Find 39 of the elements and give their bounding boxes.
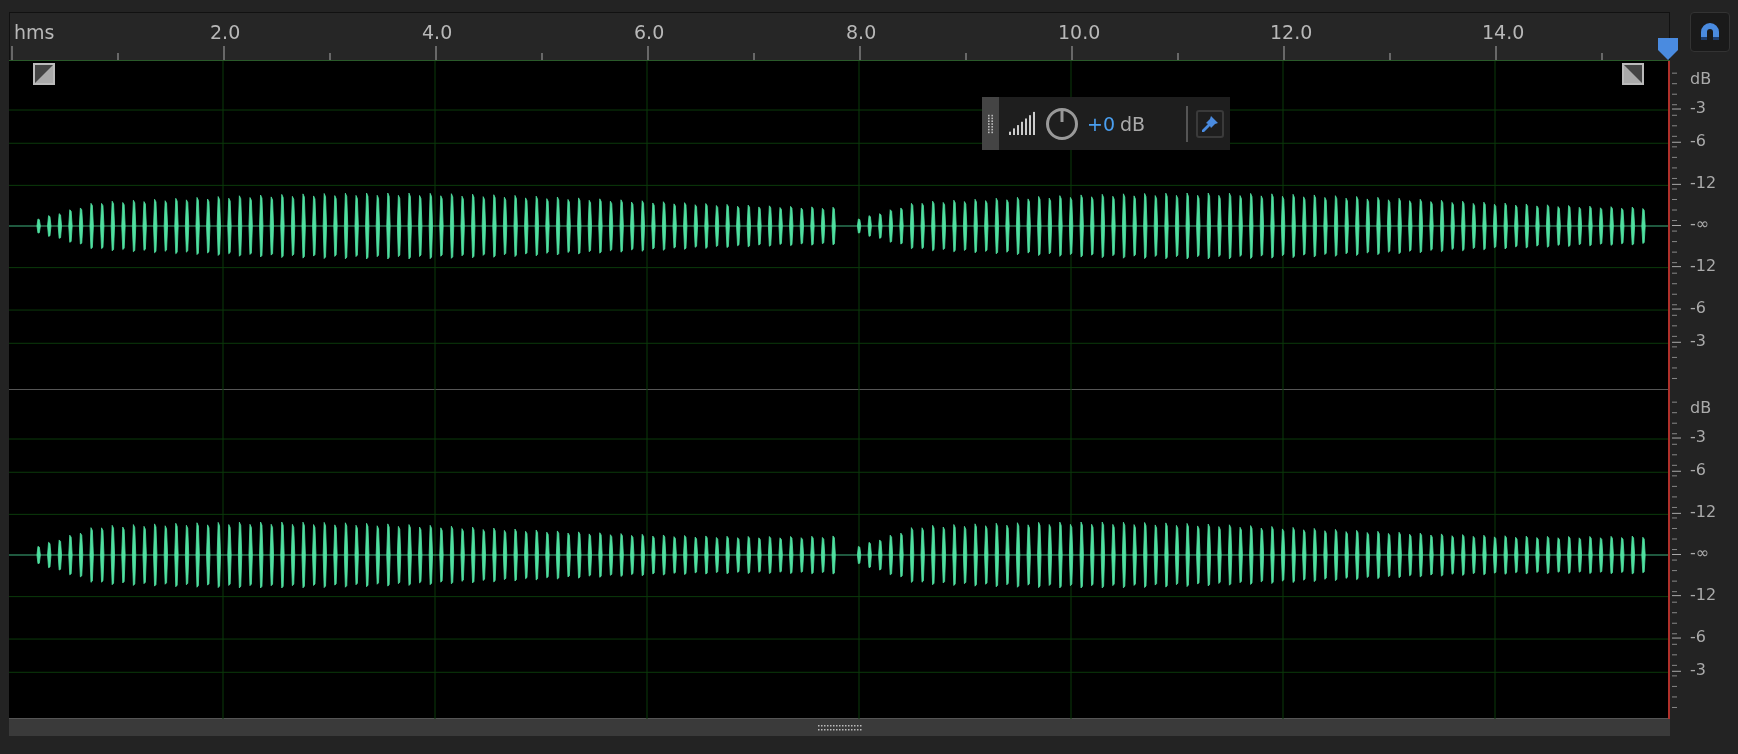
fade-out-handle-icon[interactable] [1622, 63, 1644, 85]
pin-button[interactable] [1196, 109, 1224, 138]
amplitude-label: -12 [1690, 255, 1717, 275]
fade-in-handle-icon[interactable] [33, 63, 55, 85]
pin-icon [1201, 114, 1219, 133]
ruler-time-label: 10.0 [1058, 21, 1101, 43]
amplitude-label: -∞ [1690, 214, 1710, 234]
amplitude-label: dB [1690, 397, 1712, 417]
volume-knob-icon[interactable] [1045, 106, 1079, 141]
horizontal-scrollbar[interactable] [9, 719, 1670, 736]
ruler-unit-label: hms [14, 21, 55, 43]
amplitude-label: -∞ [1690, 543, 1710, 563]
amplitude-label: -3 [1690, 98, 1706, 117]
amplitude-label: -3 [1690, 427, 1706, 446]
amplitude-label: -12 [1690, 173, 1717, 193]
amplitude-label: dB [1690, 68, 1712, 88]
ruler-time-label: 2.0 [210, 21, 241, 43]
gain-value[interactable]: +0 [1087, 112, 1115, 135]
amplitude-label: -6 [1690, 627, 1706, 647]
amplitude-label: -3 [1690, 660, 1706, 680]
playhead-marker[interactable] [1658, 38, 1678, 60]
amplitude-label: -3 [1690, 331, 1706, 351]
amplitude-label: -6 [1690, 131, 1706, 151]
amplitude-label: -6 [1690, 460, 1706, 480]
ruler-time-label: 4.0 [422, 21, 453, 43]
snap-magnet-button[interactable] [1690, 12, 1730, 52]
ruler-time-label: 6.0 [634, 21, 665, 43]
ruler-time-label: 8.0 [846, 21, 877, 43]
ruler-time-label: 12.0 [1270, 21, 1313, 43]
scroll-grip-icon[interactable] [816, 723, 863, 732]
level-bars-icon [1007, 110, 1037, 137]
grip-dots-icon [987, 113, 994, 134]
amplitude-label: -6 [1690, 298, 1706, 318]
gain-unit: dB [1120, 112, 1146, 135]
amplitude-label: -12 [1690, 584, 1717, 604]
ruler-time-label: 14.0 [1482, 21, 1525, 43]
amplitude-label: -12 [1690, 502, 1717, 522]
grip-handle[interactable] [982, 97, 999, 150]
time-ruler[interactable]: hms 2.0 4.0 6.0 8.0 10.0 12.0 14.0 [9, 12, 1670, 60]
